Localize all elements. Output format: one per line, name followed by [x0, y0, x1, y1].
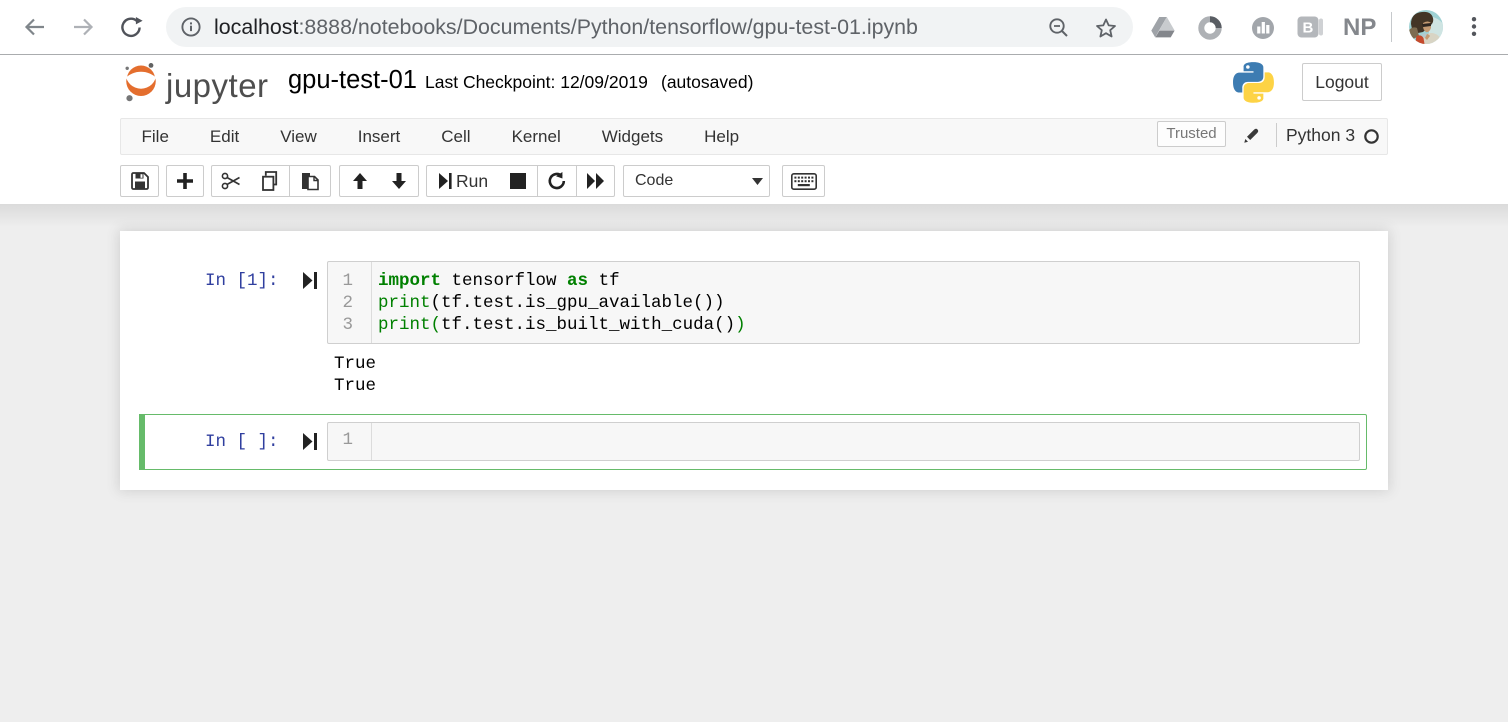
svg-text:B: B: [1303, 20, 1314, 37]
